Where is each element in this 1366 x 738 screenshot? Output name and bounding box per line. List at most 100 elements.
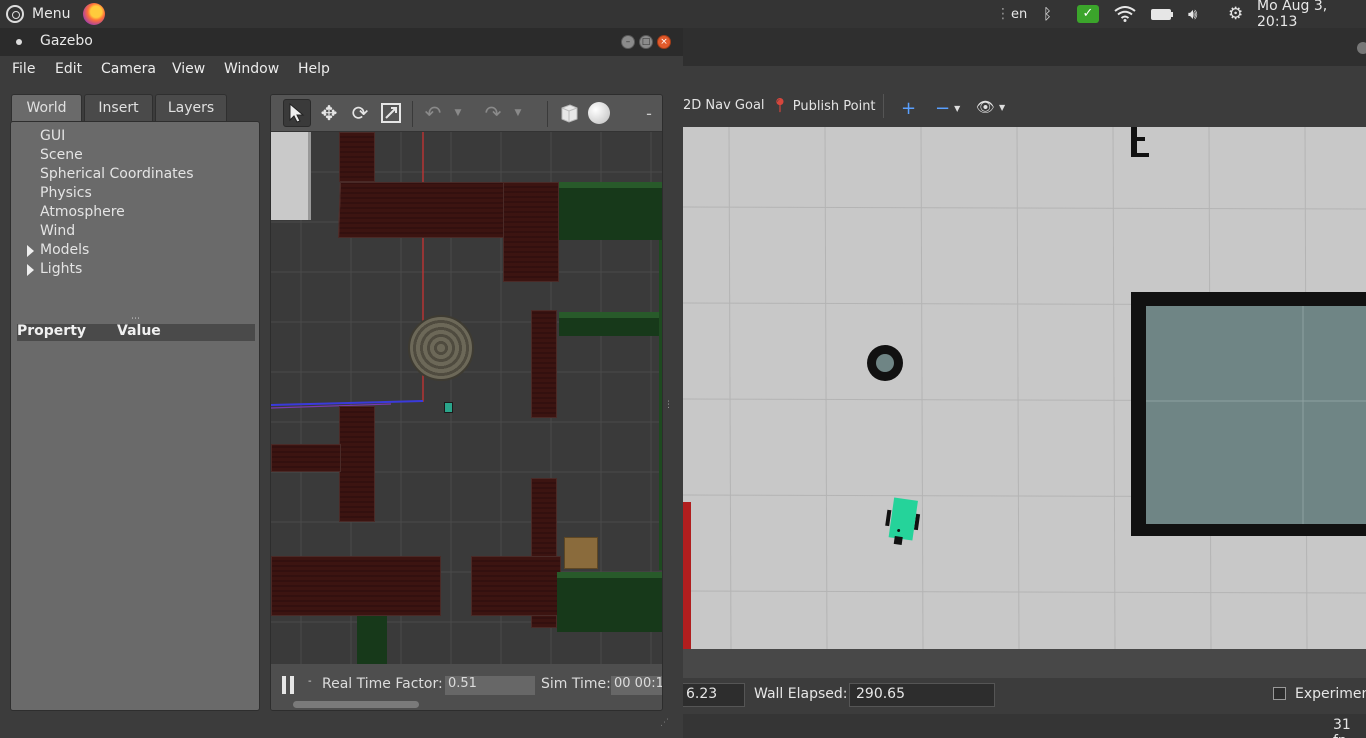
nav-goal-tool[interactable]: 2D Nav Goal bbox=[683, 98, 765, 113]
remove-tool-button[interactable]: − ▼ bbox=[935, 98, 960, 119]
brick-wall[interactable] bbox=[503, 182, 559, 282]
rviz-titlebar bbox=[683, 28, 1366, 66]
brick-wall[interactable] bbox=[531, 310, 557, 418]
rviz-toolbar: 2D Nav Goal 📍︎ Publish Point + − ▼ 👁︎ ▼ bbox=[683, 86, 1366, 128]
undo-history-dropdown[interactable]: ▼ bbox=[451, 99, 465, 127]
redo-history-dropdown[interactable]: ▼ bbox=[511, 99, 525, 127]
menu-view[interactable]: View bbox=[172, 61, 205, 77]
step-button[interactable]: - bbox=[308, 676, 312, 687]
toolbar-divider bbox=[547, 101, 548, 127]
pause-button[interactable] bbox=[281, 676, 295, 694]
dropdown-arrow-icon: ▼ bbox=[454, 108, 462, 118]
sphere-shape-icon bbox=[588, 102, 610, 124]
insert-box-button[interactable] bbox=[555, 99, 583, 127]
nav-goal-label: 2D Nav Goal bbox=[683, 98, 765, 113]
map-pin-icon: 📍︎ bbox=[771, 98, 789, 114]
view-tool-button[interactable]: 👁︎ ▼ bbox=[976, 98, 1005, 116]
tab-insert[interactable]: Insert bbox=[84, 94, 153, 121]
tree-item-wind[interactable]: Wind bbox=[40, 223, 75, 239]
expand-arrow-icon[interactable] bbox=[27, 245, 34, 257]
tree-item-scene[interactable]: Scene bbox=[40, 147, 83, 163]
clock[interactable]: Mo Aug 3, 20:13 bbox=[1257, 0, 1366, 30]
resize-grip-icon[interactable]: ⋰ bbox=[660, 718, 669, 728]
brick-wall[interactable] bbox=[271, 444, 341, 472]
scale-mode-button[interactable] bbox=[377, 99, 405, 127]
menu-window[interactable]: Window bbox=[224, 61, 279, 77]
tree-item-physics[interactable]: Physics bbox=[40, 185, 92, 201]
volume-icon[interactable]: 🔊︎ bbox=[1188, 0, 1197, 28]
property-table-header: Property Value bbox=[17, 323, 255, 341]
tab-world[interactable]: World bbox=[11, 94, 82, 121]
robot-model[interactable] bbox=[444, 402, 453, 413]
dropdown-arrow-icon: ▼ bbox=[999, 102, 1006, 112]
plus-icon: + bbox=[901, 98, 917, 119]
cardboard-box[interactable] bbox=[564, 537, 598, 569]
green-block[interactable] bbox=[559, 312, 662, 336]
gazebo-3d-scene[interactable]: ⋮ bbox=[271, 132, 662, 664]
splitter-handle-icon[interactable]: ⋮ bbox=[271, 396, 274, 406]
laser-scan-points bbox=[683, 502, 691, 649]
tab-layers[interactable]: Layers bbox=[155, 94, 227, 121]
bluetooth-icon[interactable]: ᛒ bbox=[1043, 0, 1052, 28]
brick-wall[interactable] bbox=[271, 556, 441, 616]
value-column-header: Value bbox=[117, 323, 161, 339]
ros-elapsed-field[interactable]: 6.23 bbox=[679, 683, 745, 707]
redo-button[interactable]: ↷ bbox=[479, 99, 507, 127]
expand-arrow-icon[interactable] bbox=[27, 264, 34, 276]
box-shape-icon bbox=[561, 104, 578, 123]
wall-elapsed-field[interactable]: 290.65 bbox=[849, 683, 995, 707]
translate-mode-button[interactable]: ✥ bbox=[315, 99, 343, 127]
wifi-icon[interactable] bbox=[1114, 0, 1136, 28]
brick-wall[interactable] bbox=[471, 556, 561, 616]
settings-gear-icon[interactable]: ⚙ bbox=[1228, 0, 1243, 28]
tree-item-gui[interactable]: GUI bbox=[40, 128, 65, 144]
brick-wall[interactable] bbox=[339, 132, 375, 182]
rviz-window-button-icon[interactable] bbox=[1357, 42, 1366, 54]
undo-button[interactable]: ↶ bbox=[419, 99, 447, 127]
update-check-icon[interactable]: ✓ bbox=[1077, 0, 1099, 28]
menu-camera[interactable]: Camera bbox=[101, 61, 156, 77]
ubuntu-menu-button[interactable]: Menu bbox=[6, 0, 70, 28]
rviz-3d-view[interactable] bbox=[683, 127, 1366, 649]
window-title: Gazebo bbox=[40, 33, 93, 49]
rviz-window: 2D Nav Goal 📍︎ Publish Point + −▼ 👁︎▼ bbox=[679, 28, 1366, 738]
map-canvas[interactable] bbox=[683, 127, 1366, 649]
menu-edit[interactable]: Edit bbox=[55, 61, 82, 77]
minimize-icon[interactable]: – bbox=[621, 35, 635, 49]
select-mode-button[interactable] bbox=[283, 99, 311, 127]
experimental-checkbox[interactable] bbox=[1273, 687, 1286, 700]
keyboard-language[interactable]: en bbox=[1011, 0, 1027, 28]
rtf-value: 0.51 bbox=[445, 676, 535, 695]
battery-icon[interactable] bbox=[1151, 0, 1173, 28]
scene-cabinet[interactable] bbox=[271, 132, 311, 220]
tree-item-models[interactable]: Models bbox=[27, 242, 89, 258]
toolbar-overflow-button[interactable]: - bbox=[635, 99, 662, 127]
round-pillar[interactable] bbox=[408, 315, 474, 381]
horizontal-scrollbar[interactable] bbox=[293, 701, 419, 708]
insert-sphere-button[interactable] bbox=[585, 99, 613, 127]
tree-item-atmosphere[interactable]: Atmosphere bbox=[40, 204, 125, 220]
brick-wall[interactable] bbox=[339, 406, 375, 522]
green-block[interactable] bbox=[357, 616, 387, 664]
tree-item-lights[interactable]: Lights bbox=[27, 261, 83, 277]
green-block[interactable] bbox=[557, 572, 662, 632]
move-arrows-icon: ✥ bbox=[320, 101, 338, 125]
menu-file[interactable]: File bbox=[12, 61, 35, 77]
rotate-mode-button[interactable]: ⟳ bbox=[346, 99, 374, 127]
rtf-label: Real Time Factor: bbox=[322, 676, 443, 692]
splitter-handle-icon[interactable]: ⋮ bbox=[664, 400, 673, 410]
tree-item-lights-label: Lights bbox=[40, 261, 83, 277]
rviz-panel-separator bbox=[683, 649, 1366, 678]
close-icon[interactable]: × bbox=[657, 35, 671, 49]
publish-point-label: Publish Point bbox=[792, 98, 876, 114]
tree-item-spherical-coordinates[interactable]: Spherical Coordinates bbox=[40, 166, 194, 182]
publish-point-tool[interactable]: 📍︎ Publish Point bbox=[771, 98, 876, 114]
menu-label: Menu bbox=[32, 6, 71, 22]
rviz-bottom-bar: 31 fp bbox=[683, 714, 1366, 738]
green-block[interactable] bbox=[559, 182, 662, 240]
add-tool-button[interactable]: + bbox=[901, 98, 916, 119]
menu-help[interactable]: Help bbox=[298, 61, 330, 77]
maximize-icon[interactable]: □ bbox=[639, 35, 653, 49]
firefox-launcher[interactable] bbox=[83, 0, 105, 28]
window-menu-icon[interactable] bbox=[16, 39, 22, 45]
